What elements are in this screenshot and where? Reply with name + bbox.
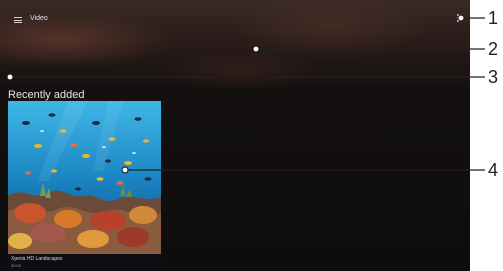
callout-dot-1 xyxy=(457,14,465,22)
callout-dot-4 xyxy=(121,166,129,174)
callout-number-1: 1 xyxy=(487,8,498,28)
callout-dot-2 xyxy=(252,45,260,53)
callout-number-4: 4 xyxy=(487,160,498,180)
callout-dot-3 xyxy=(6,73,14,81)
callout-overlay xyxy=(6,14,485,174)
callout-number-3: 3 xyxy=(487,67,498,87)
callout-number-2: 2 xyxy=(487,39,498,59)
figure: Video Recently added Xperia HD Landscape… xyxy=(0,0,503,271)
